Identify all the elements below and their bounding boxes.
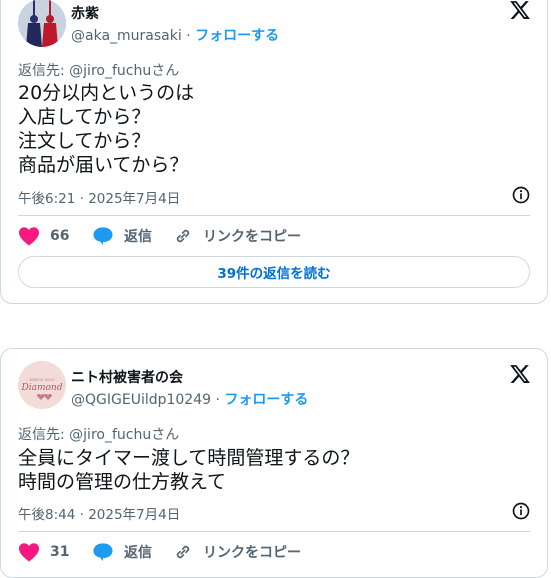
link-icon xyxy=(176,545,190,559)
follow-button[interactable]: フォローする xyxy=(224,392,308,408)
info-icon[interactable] xyxy=(511,501,531,521)
divider xyxy=(18,531,530,532)
like-count: 66 xyxy=(50,228,70,244)
divider xyxy=(18,215,530,216)
reply-label: 返信 xyxy=(124,229,152,245)
reply-to: 返信先: @jiro_fuchuさん xyxy=(18,60,179,80)
tweet-line: 商品が届いてから？ xyxy=(18,154,189,176)
copy-link-label: リンクをコピー xyxy=(203,545,301,561)
heart-icon xyxy=(19,543,39,562)
separator: · xyxy=(181,28,196,44)
handle-row: @aka_murasaki · フォローする xyxy=(71,25,279,45)
reply-to-prefix: 返信先: xyxy=(18,427,70,443)
like-button[interactable]: 31 xyxy=(18,539,69,565)
action-bar: 66 返信 リンクをコピー xyxy=(18,223,530,249)
tweet-line: 入店してから？ xyxy=(18,106,151,128)
tweet-text: 20分以内というのは 入店してから？ 注文してから？ 商品が届いてから？ xyxy=(18,81,194,177)
tweet-card: SINCE 2022 Diamond ニト村被害者の会 @QGIGEUildp1… xyxy=(0,348,548,578)
x-logo-icon[interactable] xyxy=(509,0,531,21)
user-handle[interactable]: @QGIGEUildp10249 xyxy=(71,392,211,408)
action-bar: 31 返信 リンクをコピー xyxy=(18,539,530,565)
avatar[interactable] xyxy=(18,0,66,47)
info-icon[interactable] xyxy=(511,185,531,205)
tweet-line: 注文してから？ xyxy=(18,130,151,152)
display-name[interactable]: ニト村被害者の会 xyxy=(71,367,183,387)
like-button[interactable]: 66 xyxy=(18,223,69,249)
tweet-line: 20分以内というのは xyxy=(18,82,195,104)
copy-link-button[interactable]: リンクをコピー xyxy=(173,539,301,565)
reply-to-prefix: 返信先: xyxy=(18,63,70,79)
timestamp[interactable]: 午後6:21 · 2025年7月4日 xyxy=(18,187,180,207)
x-logo-icon[interactable] xyxy=(509,363,531,385)
read-replies-button[interactable]: 39件の返信を読む xyxy=(18,256,530,288)
tweet-line: 全員にタイマー渡して時間管理するの？ xyxy=(18,447,360,469)
separator: · xyxy=(211,392,225,408)
reply-to-handle[interactable]: @jiro_fuchu xyxy=(69,63,151,79)
avatar-tassel-image xyxy=(18,0,66,47)
avatar-diamond-image: SINCE 2022 Diamond xyxy=(18,361,66,409)
svg-text:SINCE 2022: SINCE 2022 xyxy=(29,377,55,382)
reply-to-suffix: さん xyxy=(151,63,180,79)
reply-button[interactable]: 返信 xyxy=(92,223,152,249)
display-name[interactable]: 赤紫 xyxy=(71,3,99,23)
handle-row: @QGIGEUildp10249 · フォローする xyxy=(71,389,308,409)
avatar[interactable]: SINCE 2022 Diamond xyxy=(18,361,66,409)
follow-button[interactable]: フォローする xyxy=(195,28,279,44)
timestamp[interactable]: 午後8:44 · 2025年7月4日 xyxy=(18,503,180,523)
tweet-card: 赤紫 @aka_murasaki · フォローする 返信先: @jiro_fuc… xyxy=(0,0,548,304)
reply-to-handle[interactable]: @jiro_fuchu xyxy=(69,427,151,443)
heart-icon xyxy=(19,227,39,246)
tweet-line: 時間の管理の仕方教えて xyxy=(18,471,227,493)
reply-to-suffix: さん xyxy=(151,427,180,443)
reply-label: 返信 xyxy=(124,545,152,561)
reply-bubble-icon xyxy=(93,543,113,562)
reply-to: 返信先: @jiro_fuchuさん xyxy=(18,424,179,444)
copy-link-button[interactable]: リンクをコピー xyxy=(173,223,301,249)
avatar-logo-text: Diamond xyxy=(21,383,63,393)
reply-bubble-icon xyxy=(93,227,113,246)
copy-link-label: リンクをコピー xyxy=(203,229,301,245)
reply-button[interactable]: 返信 xyxy=(92,539,152,565)
user-handle[interactable]: @aka_murasaki xyxy=(71,28,182,44)
like-count: 31 xyxy=(50,544,70,560)
link-icon xyxy=(176,229,190,243)
tweet-text: 全員にタイマー渡して時間管理するの？ 時間の管理の仕方教えて xyxy=(18,446,359,494)
